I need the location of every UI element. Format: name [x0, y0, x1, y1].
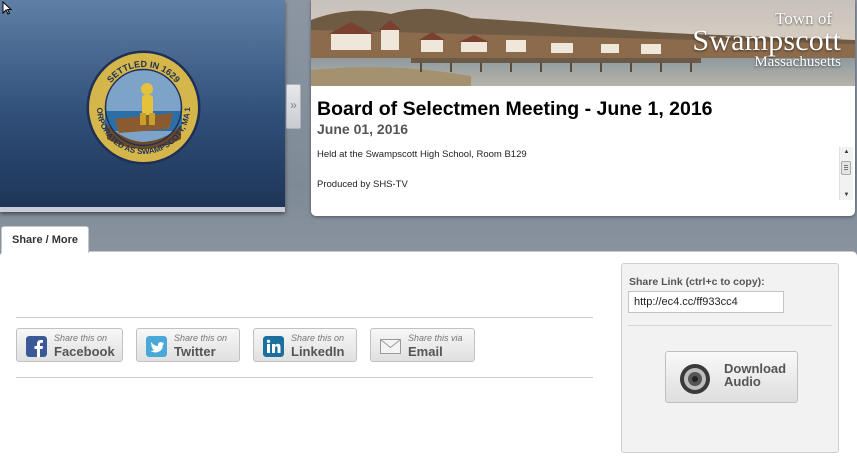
scroll-thumb[interactable]: [841, 161, 851, 175]
share-twitter-button[interactable]: Share this on Twitter: [136, 328, 240, 362]
divider: [16, 377, 593, 378]
share-facebook-button[interactable]: Share this on Facebook: [16, 328, 123, 362]
divider: [628, 325, 832, 326]
player-progress-bar[interactable]: [0, 207, 285, 212]
meeting-description: Held at the Swampscott High School, Room…: [317, 149, 832, 201]
share-prefix: Share this on: [174, 333, 228, 343]
description-line: Produced by SHS-TV: [317, 179, 408, 190]
share-label: Facebook: [54, 344, 115, 359]
linkedin-icon: [263, 336, 284, 357]
download-audio-button[interactable]: Download Audio: [665, 351, 798, 403]
scroll-down-arrow-icon[interactable]: ▼: [840, 190, 853, 200]
share-prefix: Share this on: [54, 333, 108, 343]
twitter-icon: [146, 336, 167, 357]
banner-line-2: Swampscott: [692, 24, 841, 57]
share-prefix: Share this via: [408, 333, 463, 343]
share-email-button[interactable]: Share this via Email: [370, 328, 475, 362]
email-icon: [380, 339, 401, 354]
share-link-box: Share Link (ctrl+c to copy): Download Au…: [621, 263, 839, 453]
speaker-icon: [680, 364, 710, 394]
divider: [16, 317, 593, 318]
meeting-date: June 01, 2016: [317, 121, 409, 137]
download-line-2: Audio: [724, 374, 761, 389]
share-label: Twitter: [174, 344, 216, 359]
video-player[interactable]: SETTLED IN 1629 INCORPORATED AS SWAMPSCO…: [0, 0, 285, 212]
banner-line-3: Massachusetts: [754, 54, 841, 70]
download-audio-label: Download Audio: [724, 362, 786, 388]
share-link-input[interactable]: [628, 291, 784, 313]
tab-share-more[interactable]: Share / More: [1, 226, 89, 253]
share-linkedin-button[interactable]: Share this on LinkedIn: [253, 328, 357, 362]
description-scrollbar[interactable]: ▲ ▼: [839, 147, 853, 200]
share-prefix: Share this on: [291, 333, 345, 343]
scroll-up-arrow-icon[interactable]: ▲: [840, 147, 853, 157]
meeting-info-panel: Town of Swampscott Massachusetts Board o…: [311, 0, 855, 216]
meeting-title: Board of Selectmen Meeting - June 1, 201…: [317, 98, 713, 120]
facebook-icon: [26, 336, 47, 357]
description-line: Held at the Swampscott High School, Room…: [317, 149, 527, 160]
town-banner: Town of Swampscott Massachusetts: [311, 0, 855, 86]
share-panel: Share this on Facebook Share this on Twi…: [0, 251, 857, 466]
share-label: LinkedIn: [291, 344, 345, 359]
town-logo-text: Town of Swampscott Massachusetts: [692, 10, 841, 70]
town-seal-logo: SETTLED IN 1629 INCORPORATED AS SWAMPSCO…: [85, 49, 201, 165]
cursor-icon: [2, 1, 12, 15]
collapse-toggle-button[interactable]: »: [286, 84, 301, 129]
share-label: Email: [408, 344, 443, 359]
share-link-label: Share Link (ctrl+c to copy):: [629, 276, 765, 288]
